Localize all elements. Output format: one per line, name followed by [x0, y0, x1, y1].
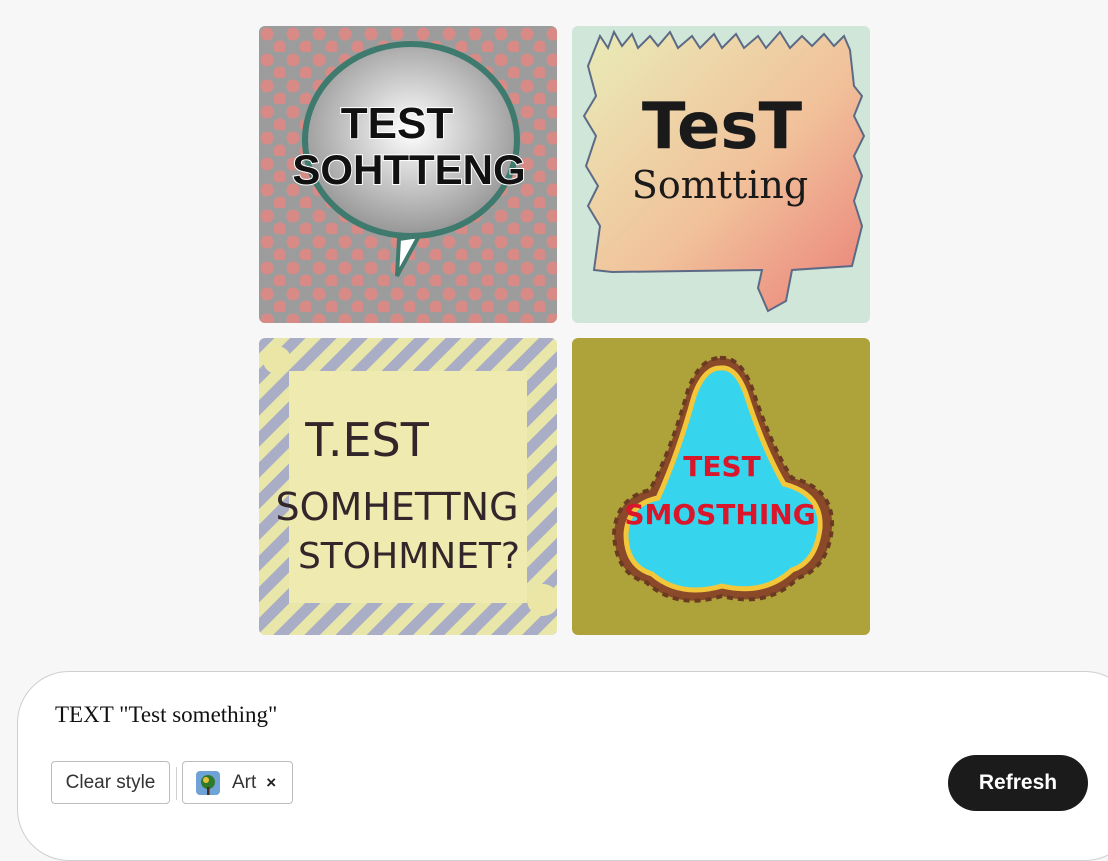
generated-image-2[interactable]: TesT Somtting — [572, 26, 870, 323]
clear-style-label: Clear style — [65, 771, 156, 793]
image-3-text-line3: STOHMNET? — [298, 536, 520, 577]
image-2-art: TesT Somtting — [572, 26, 870, 323]
style-chip-art[interactable]: Art × — [182, 761, 293, 804]
clear-style-button[interactable]: Clear style — [51, 761, 170, 804]
prompt-input[interactable]: TEXT "Test something" — [55, 702, 277, 728]
image-3-text-line1: T.EST — [304, 413, 430, 467]
image-4-text-line2: SMOSTHING — [624, 498, 815, 531]
art-style-thumbnail-icon — [196, 770, 220, 795]
prompt-panel — [17, 671, 1108, 861]
image-3-art: T.EST SOMHETTNG STOHMNET? — [259, 338, 557, 635]
image-3-text-line2: SOMHETTNG — [275, 485, 518, 529]
generated-image-3[interactable]: T.EST SOMHETTNG STOHMNET? — [259, 338, 557, 635]
refresh-button[interactable]: Refresh — [948, 755, 1088, 811]
image-4-art: TEST SMOSTHING — [572, 338, 870, 635]
generated-image-4[interactable]: TEST SMOSTHING — [572, 338, 870, 635]
image-1-text-line2: SOHTTENG — [292, 146, 525, 193]
image-2-text-line2: Somtting — [632, 163, 808, 207]
image-1-art: TEST SOHTTENG — [259, 26, 557, 323]
generated-image-1[interactable]: TEST SOHTTENG — [259, 26, 557, 323]
style-chip-label: Art — [232, 771, 257, 793]
image-4-text-line1: TEST — [683, 450, 761, 483]
image-1-text-line1: TEST — [341, 99, 454, 148]
remove-style-close-icon[interactable]: × — [266, 773, 276, 793]
image-2-text-line1: TesT — [642, 90, 803, 164]
chip-divider — [176, 767, 177, 800]
